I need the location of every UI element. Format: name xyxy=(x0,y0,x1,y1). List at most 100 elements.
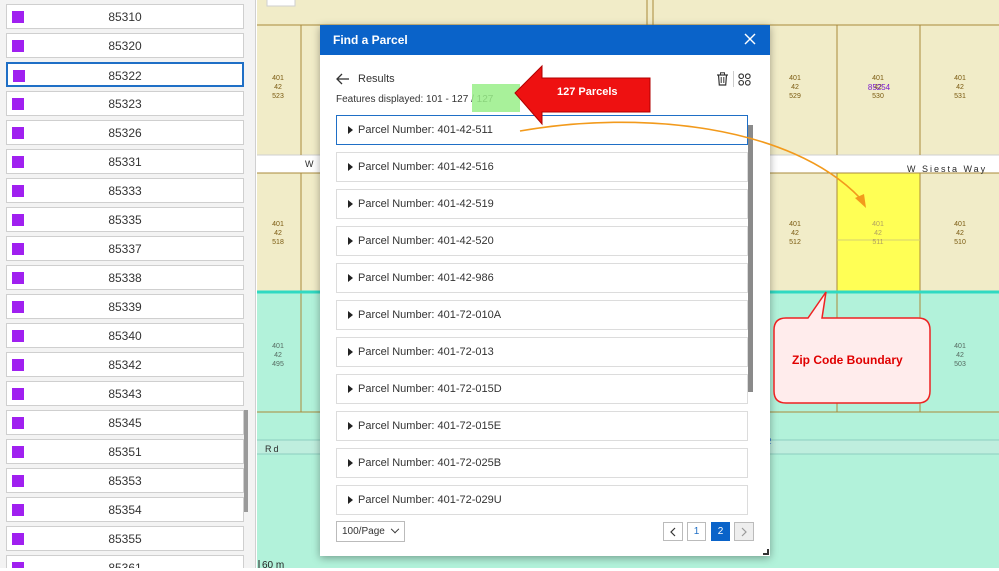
caret-right-icon xyxy=(348,348,353,356)
caret-right-icon xyxy=(348,163,353,171)
zoom-control xyxy=(266,0,296,7)
zip-list-item-label: 85337 xyxy=(108,242,142,256)
caret-right-icon xyxy=(348,311,353,319)
zip-list-item[interactable]: 85337 xyxy=(6,236,244,261)
zip-list-item[interactable]: 85355 xyxy=(6,526,244,551)
back-arrow-icon[interactable] xyxy=(336,73,350,85)
zip-list-item[interactable]: 85338 xyxy=(6,265,244,290)
zip-list-item[interactable]: 85331 xyxy=(6,149,244,174)
zip-list-item-label: 85343 xyxy=(108,387,142,401)
caret-right-icon xyxy=(348,200,353,208)
page-2-button[interactable]: 2 xyxy=(711,522,730,541)
parcel-result-row[interactable]: Parcel Number: 401-42-520 xyxy=(336,226,748,256)
street-label-left: W xyxy=(305,159,314,169)
zip-list-item[interactable]: 85343 xyxy=(6,381,244,406)
find-parcel-dialog: Find a Parcel Results Features displayed… xyxy=(320,25,770,556)
zip-list-item-label: 85331 xyxy=(108,155,142,169)
parcel-result-row[interactable]: Parcel Number: 401-72-015E xyxy=(336,411,748,441)
scale-label: 60 m xyxy=(262,560,285,571)
zip-color-swatch xyxy=(12,243,24,255)
zip-list-item[interactable]: 85340 xyxy=(6,323,244,348)
zip-list-item[interactable]: 85342 xyxy=(6,352,244,377)
zip-list-item[interactable]: 85353 xyxy=(6,468,244,493)
zip-list-item[interactable]: 85354 xyxy=(6,497,244,522)
chevron-left-icon xyxy=(670,527,676,537)
zip-list-item[interactable]: 85323 xyxy=(6,91,244,116)
zip-list-item[interactable]: 85339 xyxy=(6,294,244,319)
zip-list-item[interactable]: 85326 xyxy=(6,120,244,145)
trash-icon[interactable] xyxy=(716,72,729,86)
zip-list-item-label: 85320 xyxy=(108,39,142,53)
parcel-result-row[interactable]: Parcel Number: 401-72-010A xyxy=(336,300,748,330)
zip-color-swatch xyxy=(12,359,24,371)
zip-list-item[interactable]: 85322 xyxy=(6,62,244,87)
zip-overlay-label: 85254 xyxy=(868,83,891,92)
zip-color-swatch xyxy=(12,446,24,458)
caret-right-icon xyxy=(348,385,353,393)
next-page-button[interactable] xyxy=(734,522,754,541)
zip-list-item-label: 85354 xyxy=(108,503,142,517)
parcel-result-row[interactable]: Parcel Number: 401-42-986 xyxy=(336,263,748,293)
features-displayed-text: Features displayed: 101 - 127 / 127 xyxy=(336,94,493,105)
zip-list-item[interactable]: 85333 xyxy=(6,178,244,203)
results-back-row[interactable]: Results xyxy=(336,71,395,87)
per-page-select[interactable]: 100/Page xyxy=(336,521,405,542)
zip-list-item[interactable]: 85320 xyxy=(6,33,244,58)
zip-color-swatch xyxy=(12,504,24,516)
zip-list-item-label: 85338 xyxy=(108,271,142,285)
zip-list-item-label: 85326 xyxy=(108,126,142,140)
caret-right-icon xyxy=(348,459,353,467)
zip-list-item-label: 85345 xyxy=(108,416,142,430)
page-1-button[interactable]: 1 xyxy=(687,522,706,541)
zip-list-scrollbar[interactable] xyxy=(244,410,248,512)
features-displayed-label: Features displayed: 101 - 127 / 127 xyxy=(336,94,494,105)
close-icon[interactable] xyxy=(742,31,758,47)
resize-handle[interactable] xyxy=(763,549,769,555)
zip-code-list-panel: 85310 85320 85322 85323 85326 85331 85333 85335… xyxy=(0,0,256,568)
zip-color-swatch xyxy=(12,475,24,487)
zip-color-swatch xyxy=(12,98,24,110)
parcel-result-row[interactable]: Parcel Number: 401-72-025B xyxy=(336,448,748,478)
parcel-result-label: Parcel Number: 401-72-025B xyxy=(358,457,502,469)
zip-list-item-label: 85322 xyxy=(108,69,142,83)
results-scrollbar[interactable] xyxy=(748,125,753,392)
zip-list-item-label: 85335 xyxy=(108,213,142,227)
parcel-result-row[interactable]: Parcel Number: 401-42-519 xyxy=(336,189,748,219)
zip-color-swatch xyxy=(12,272,24,284)
zip-color-swatch xyxy=(12,301,24,313)
caret-right-icon xyxy=(348,496,353,504)
zip-list-item-label: 85310 xyxy=(108,10,142,24)
parcel-result-row[interactable]: Parcel Number: 401-72-029U xyxy=(336,485,748,515)
parcel-result-row[interactable]: Parcel Number: 401-42-516 xyxy=(336,152,748,182)
parcel-result-row[interactable]: Parcel Number: 401-72-013 xyxy=(336,337,748,367)
parcel-result-row[interactable]: Parcel Number: 401-42-511 xyxy=(336,115,748,145)
results-list: Parcel Number: 401-42-511 Parcel Number: … xyxy=(336,115,754,515)
zip-list-item[interactable]: 85310 xyxy=(6,4,244,29)
zip-color-swatch xyxy=(13,70,25,82)
parcel-result-label: Parcel Number: 401-42-519 xyxy=(358,198,494,210)
zip-list-item-label: 85361 xyxy=(108,561,142,568)
zip-list-item[interactable]: 85351 xyxy=(6,439,244,464)
zip-color-swatch xyxy=(12,127,24,139)
options-grid-icon[interactable] xyxy=(738,73,751,86)
parcel-result-label: Parcel Number: 401-72-013 xyxy=(358,346,494,358)
parcel-result-label: Parcel Number: 401-72-029U xyxy=(358,494,502,506)
zip-list-item-label: 85340 xyxy=(108,329,142,343)
parcel-count-annotation: 127 Parcels xyxy=(557,86,618,98)
parcel-result-label: Parcel Number: 401-42-516 xyxy=(358,161,494,173)
zip-color-swatch xyxy=(12,185,24,197)
zip-list-item[interactable]: 85335 xyxy=(6,207,244,232)
zip-list-item[interactable]: 85361 xyxy=(6,555,244,568)
dialog-title: Find a Parcel xyxy=(333,33,408,47)
per-page-value: 100/Page xyxy=(342,526,385,537)
zip-color-swatch xyxy=(12,562,24,568)
zip-list-item[interactable]: 85345 xyxy=(6,410,244,435)
zip-color-swatch xyxy=(12,417,24,429)
chevron-down-icon xyxy=(390,524,400,534)
previous-page-button[interactable] xyxy=(663,522,683,541)
zip-color-swatch xyxy=(12,40,24,52)
zip-list-item-label: 85351 xyxy=(108,445,142,459)
chevron-right-icon xyxy=(741,527,747,537)
parcel-result-row[interactable]: Parcel Number: 401-72-015D xyxy=(336,374,748,404)
zip-color-swatch xyxy=(12,533,24,545)
